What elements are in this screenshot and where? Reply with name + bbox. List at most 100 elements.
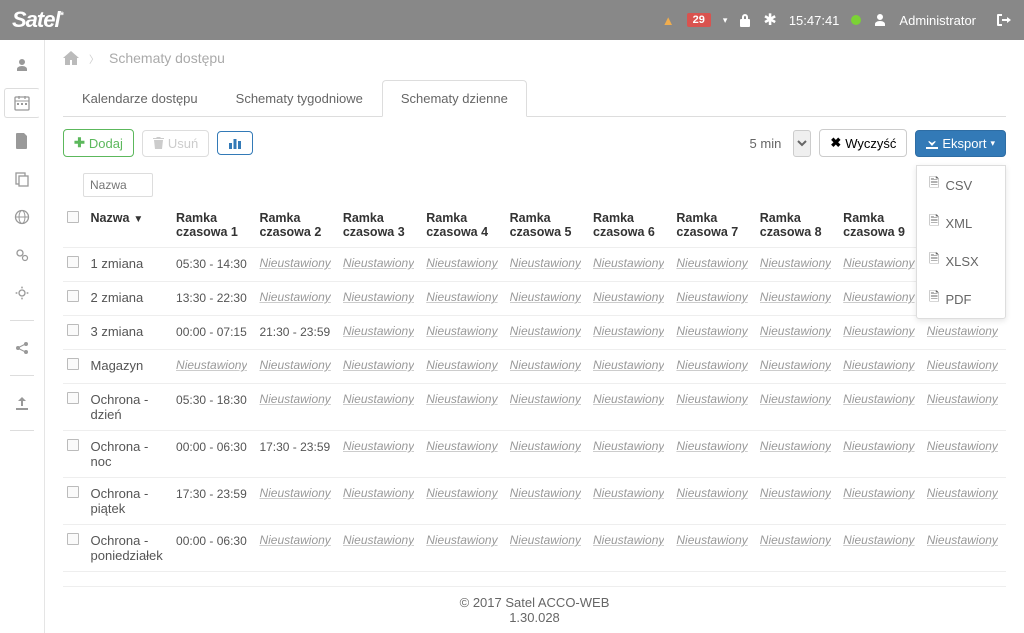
unset-link[interactable]: Nieustawiony xyxy=(843,533,914,547)
time-range[interactable]: 00:00 - 06:30 xyxy=(176,534,247,548)
unset-link[interactable]: Nieustawiony xyxy=(760,358,831,372)
unset-link[interactable]: Nieustawiony xyxy=(426,486,497,500)
unset-link[interactable]: Nieustawiony xyxy=(760,256,831,270)
time-range[interactable]: 17:30 - 23:59 xyxy=(259,440,330,454)
unset-link[interactable]: Nieustawiony xyxy=(510,358,581,372)
time-range[interactable]: 05:30 - 14:30 xyxy=(176,257,247,271)
time-range[interactable]: 00:00 - 07:15 xyxy=(176,325,247,339)
unset-link[interactable]: Nieustawiony xyxy=(426,324,497,338)
checkbox-icon[interactable] xyxy=(67,211,79,223)
time-range[interactable]: 17:30 - 23:59 xyxy=(176,487,247,501)
unset-link[interactable]: Nieustawiony xyxy=(510,533,581,547)
unset-link[interactable]: Nieustawiony xyxy=(843,324,914,338)
unset-link[interactable]: Nieustawiony xyxy=(927,533,998,547)
tab-access-calendars[interactable]: Kalendarze dostępu xyxy=(63,80,217,117)
unset-link[interactable]: Nieustawiony xyxy=(259,486,330,500)
row-name[interactable]: Ochrona - noc xyxy=(91,439,149,469)
time-range[interactable]: 21:30 - 23:59 xyxy=(259,325,330,339)
unset-link[interactable]: Nieustawiony xyxy=(593,533,664,547)
row-name[interactable]: 3 zmiana xyxy=(91,324,144,339)
export-csv[interactable]: 🗎CSV xyxy=(917,166,1005,204)
unset-link[interactable]: Nieustawiony xyxy=(676,290,747,304)
row-checkbox[interactable] xyxy=(67,439,79,451)
row-name[interactable]: Ochrona - poniedziałek xyxy=(91,533,163,563)
asterisk-icon[interactable]: ✱ xyxy=(763,10,776,30)
export-xlsx[interactable]: 🗎XLSX xyxy=(917,242,1005,280)
col-f3[interactable]: Ramka czasowa 3 xyxy=(339,203,422,248)
unset-link[interactable]: Nieustawiony xyxy=(343,324,414,338)
unset-link[interactable]: Nieustawiony xyxy=(259,290,330,304)
unset-link[interactable]: Nieustawiony xyxy=(593,290,664,304)
unset-link[interactable]: Nieustawiony xyxy=(843,290,914,304)
export-button[interactable]: Eksport ▾ xyxy=(915,130,1006,157)
unset-link[interactable]: Nieustawiony xyxy=(426,533,497,547)
notification-badge[interactable]: 29 xyxy=(687,13,711,27)
clear-button[interactable]: ✖ Wyczyść xyxy=(819,129,907,157)
unset-link[interactable]: Nieustawiony xyxy=(343,290,414,304)
sidenav-globe[interactable] xyxy=(4,202,40,232)
filter-name-input[interactable] xyxy=(83,173,153,197)
unset-link[interactable]: Nieustawiony xyxy=(259,533,330,547)
unset-link[interactable]: Nieustawiony xyxy=(426,290,497,304)
unset-link[interactable]: Nieustawiony xyxy=(676,439,747,453)
unset-link[interactable]: Nieustawiony xyxy=(676,533,747,547)
row-name[interactable]: Ochrona - piątek xyxy=(91,486,149,516)
col-f9[interactable]: Ramka czasowa 9 xyxy=(839,203,922,248)
sidenav-calendar[interactable] xyxy=(4,88,40,118)
unset-link[interactable]: Nieustawiony xyxy=(593,486,664,500)
unset-link[interactable]: Nieustawiony xyxy=(843,486,914,500)
unset-link[interactable]: Nieustawiony xyxy=(593,392,664,406)
unset-link[interactable]: Nieustawiony xyxy=(843,392,914,406)
unset-link[interactable]: Nieustawiony xyxy=(676,486,747,500)
row-checkbox[interactable] xyxy=(67,290,79,302)
unset-link[interactable]: Nieustawiony xyxy=(593,256,664,270)
unset-link[interactable]: Nieustawiony xyxy=(176,358,247,372)
unset-link[interactable]: Nieustawiony xyxy=(843,439,914,453)
col-f8[interactable]: Ramka czasowa 8 xyxy=(756,203,839,248)
row-name[interactable]: Magazyn xyxy=(91,358,144,373)
refresh-interval-select[interactable] xyxy=(793,130,811,157)
chevron-down-icon[interactable]: ▾ xyxy=(723,15,728,26)
col-f6[interactable]: Ramka czasowa 6 xyxy=(589,203,672,248)
breadcrumb-page[interactable]: Schematy dostępu xyxy=(109,50,225,66)
sidenav-gear[interactable] xyxy=(4,278,40,308)
col-name[interactable]: Nazwa▼ xyxy=(87,203,173,248)
export-pdf[interactable]: 🗎PDF xyxy=(917,280,1005,318)
unset-link[interactable]: Nieustawiony xyxy=(760,392,831,406)
row-name[interactable]: 1 zmiana xyxy=(91,256,144,271)
sidenav-upload[interactable] xyxy=(4,388,40,418)
sidenav-users[interactable] xyxy=(4,50,40,80)
row-checkbox[interactable] xyxy=(67,358,79,370)
unset-link[interactable]: Nieustawiony xyxy=(343,358,414,372)
unset-link[interactable]: Nieustawiony xyxy=(760,439,831,453)
unset-link[interactable]: Nieustawiony xyxy=(343,256,414,270)
unset-link[interactable]: Nieustawiony xyxy=(426,256,497,270)
unset-link[interactable]: Nieustawiony xyxy=(760,290,831,304)
unset-link[interactable]: Nieustawiony xyxy=(927,486,998,500)
col-f4[interactable]: Ramka czasowa 4 xyxy=(422,203,505,248)
user-name[interactable]: Administrator xyxy=(899,13,976,28)
sidenav-document[interactable] xyxy=(4,126,40,156)
lock-icon[interactable] xyxy=(739,13,751,27)
unset-link[interactable]: Nieustawiony xyxy=(259,392,330,406)
unset-link[interactable]: Nieustawiony xyxy=(343,392,414,406)
unset-link[interactable]: Nieustawiony xyxy=(343,533,414,547)
unset-link[interactable]: Nieustawiony xyxy=(593,439,664,453)
select-all-header[interactable] xyxy=(63,203,87,248)
unset-link[interactable]: Nieustawiony xyxy=(676,324,747,338)
unset-link[interactable]: Nieustawiony xyxy=(259,358,330,372)
time-range[interactable]: 05:30 - 18:30 xyxy=(176,393,247,407)
tab-weekly[interactable]: Schematy tygodniowe xyxy=(217,80,382,117)
col-f7[interactable]: Ramka czasowa 7 xyxy=(672,203,755,248)
unset-link[interactable]: Nieustawiony xyxy=(593,324,664,338)
unset-link[interactable]: Nieustawiony xyxy=(259,256,330,270)
unset-link[interactable]: Nieustawiony xyxy=(343,486,414,500)
add-button[interactable]: ✚ Dodaj xyxy=(63,129,134,157)
row-checkbox[interactable] xyxy=(67,486,79,498)
warning-icon[interactable]: ▲ xyxy=(662,13,675,28)
unset-link[interactable]: Nieustawiony xyxy=(927,358,998,372)
unset-link[interactable]: Nieustawiony xyxy=(510,324,581,338)
col-f5[interactable]: Ramka czasowa 5 xyxy=(506,203,589,248)
unset-link[interactable]: Nieustawiony xyxy=(676,358,747,372)
tab-daily[interactable]: Schematy dzienne xyxy=(382,80,527,117)
